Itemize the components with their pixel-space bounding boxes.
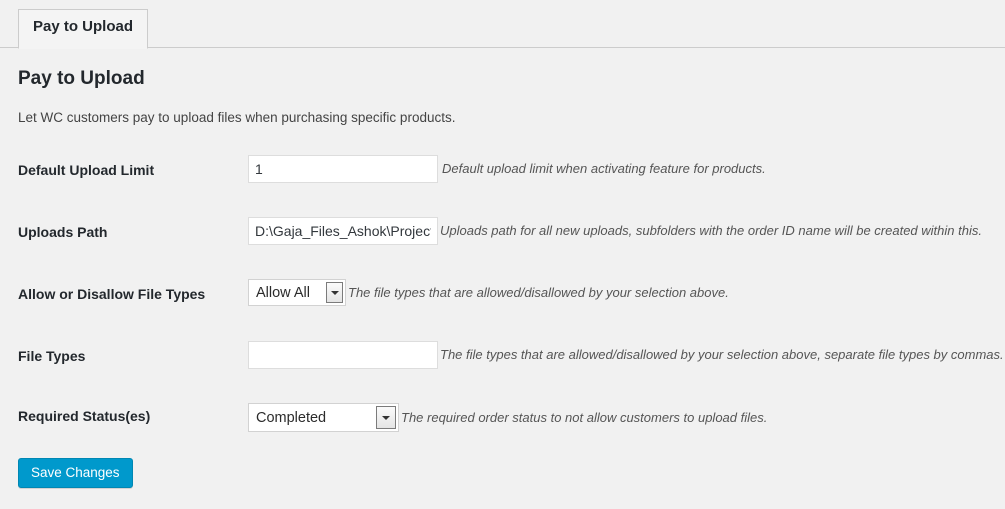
page-title: Pay to Upload [18,68,145,89]
chevron-down-icon[interactable] [326,282,343,303]
tab-label: Pay to Upload [33,18,134,35]
default-upload-limit-input[interactable] [248,155,438,183]
tab-strip: Pay to Upload [0,0,1005,49]
field-cell-file-types: The file types that are allowed/disallow… [248,325,1004,387]
field-description-allow-disallow-file-types: The file types that are allowed/disallow… [348,284,729,300]
field-label-uploads-path: Uploads Path [18,224,108,240]
allow-disallow-file-types-select[interactable]: Allow All [248,279,346,306]
field-cell-default-upload-limit: Default upload limit when activating fea… [248,139,987,201]
field-row-required-statuses: Required Status(es) Completed The requir… [18,387,987,448]
chevron-down-icon[interactable] [376,406,396,429]
tab-pay-to-upload[interactable]: Pay to Upload [18,9,149,49]
save-changes-button[interactable]: Save Changes [18,458,133,488]
field-description-required-statuses: The required order status to not allow c… [401,409,768,425]
settings-page: Pay to Upload Let WC customers pay to up… [0,68,1005,488]
allow-disallow-file-types-value: Allow All [256,284,310,301]
field-label-default-upload-limit: Default Upload Limit [18,162,155,178]
uploads-path-input[interactable] [248,217,438,245]
required-statuses-select[interactable]: Completed [248,403,399,432]
field-label-file-types: File Types [18,348,86,364]
page-description: Let WC customers pay to upload files whe… [18,110,456,125]
field-cell-required-statuses: Completed The required order status to n… [248,387,987,448]
file-types-input[interactable] [248,341,438,369]
settings-form-table: Default Upload Limit Default upload limi… [18,139,1004,448]
field-description-uploads-path: Uploads path for all new uploads, subfol… [440,223,982,238]
field-row-file-types: File Types The file types that are allow… [18,325,1004,387]
field-row-allow-disallow-file-types: Allow or Disallow File Types Allow All T… [18,263,987,325]
field-row-uploads-path: Uploads Path Uploads path for all new up… [18,201,987,263]
field-label-allow-disallow-file-types: Allow or Disallow File Types [18,286,206,302]
field-cell-uploads-path: Uploads path for all new uploads, subfol… [248,201,987,263]
submit-row: Save Changes [18,448,987,488]
field-row-default-upload-limit: Default Upload Limit Default upload limi… [18,139,987,201]
field-description-file-types: The file types that are allowed/disallow… [440,347,1004,362]
field-label-required-statuses: Required Status(es) [18,408,151,424]
field-cell-allow-disallow-file-types: Allow All The file types that are allowe… [248,263,987,325]
required-statuses-value: Completed [256,409,327,426]
field-description-default-upload-limit: Default upload limit when activating fea… [442,161,766,176]
